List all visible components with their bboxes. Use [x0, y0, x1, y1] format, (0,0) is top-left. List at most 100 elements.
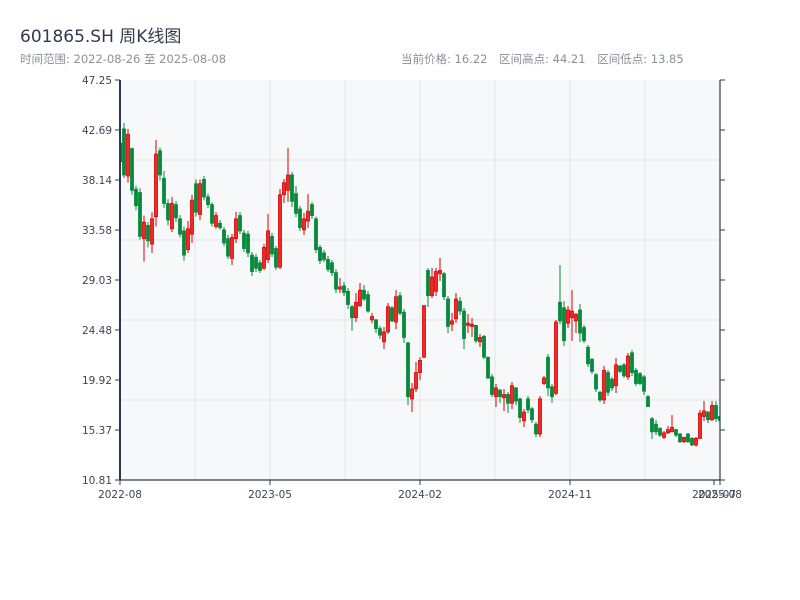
candle-body: [422, 305, 426, 358]
candle: [490, 373, 494, 398]
candle-body: [550, 386, 554, 398]
candle-body: [510, 385, 514, 404]
candle-body: [478, 337, 482, 343]
candle-body: [526, 398, 530, 411]
candle-body: [626, 355, 630, 378]
y-tick-label: 15.37: [82, 425, 112, 437]
candle: [634, 368, 638, 387]
y-tick-label: 42.69: [82, 125, 112, 137]
candle: [122, 123, 126, 179]
candle-body: [366, 294, 370, 312]
candle-body: [322, 252, 326, 260]
candle-body: [574, 313, 578, 322]
candle-body: [390, 307, 394, 322]
candle: [638, 371, 642, 386]
candle-body: [158, 150, 162, 176]
candle: [422, 305, 426, 359]
candle-body: [538, 398, 542, 435]
candle: [562, 300, 566, 346]
candle-body: [258, 262, 262, 271]
candle-body: [222, 229, 226, 244]
candle-body: [374, 319, 378, 330]
candle: [474, 324, 478, 344]
candle: [678, 433, 682, 444]
candle-body: [534, 423, 538, 435]
candle-body: [714, 405, 718, 420]
candle-body: [602, 369, 606, 401]
candle-body: [642, 376, 646, 392]
candle-body: [242, 232, 246, 249]
candle: [198, 179, 202, 220]
candle-body: [442, 273, 446, 298]
candle-body: [530, 408, 534, 421]
candle-body: [154, 153, 158, 218]
candle-body: [206, 196, 210, 205]
candlestick-chart: 47.25 42.69 38.14 33.58 29.03 24.48 19.92 15.37…: [82, 75, 742, 501]
candle-body: [590, 358, 594, 372]
y-tick-label: 24.48: [82, 325, 112, 337]
candle-body: [430, 276, 434, 297]
candle: [386, 303, 390, 335]
candle-body: [446, 298, 450, 327]
candle-body: [190, 199, 194, 235]
candle: [130, 147, 134, 195]
candle-body: [562, 307, 566, 342]
candle-body: [682, 436, 686, 443]
candle: [442, 271, 446, 300]
candle-body: [290, 174, 294, 202]
candle-body: [354, 301, 358, 319]
candle-body: [122, 128, 126, 176]
x-tick-label: 2025-08: [698, 489, 742, 501]
candle-body: [402, 311, 406, 338]
candle-body: [314, 218, 318, 250]
candle: [630, 350, 634, 377]
candle: [618, 364, 622, 373]
candle-body: [710, 405, 714, 421]
candle: [210, 202, 214, 227]
candle-body: [662, 432, 666, 438]
candle-body: [346, 290, 350, 305]
candle-body: [686, 433, 690, 443]
candle-body: [578, 309, 582, 334]
candle: [626, 352, 630, 380]
candle: [646, 395, 650, 408]
candle-body: [166, 203, 170, 221]
candle-body: [162, 177, 166, 204]
candle-body: [658, 428, 662, 436]
candle-body: [418, 360, 422, 373]
candle-body: [174, 204, 178, 219]
candle-body: [698, 412, 702, 439]
candle-body: [334, 272, 338, 290]
candle-body: [370, 316, 374, 321]
candle-body: [462, 310, 466, 339]
candle-body: [254, 256, 258, 269]
candle: [658, 426, 662, 437]
candle-body: [342, 285, 346, 293]
candle: [298, 206, 302, 232]
candle-body: [634, 369, 638, 384]
candle-body: [282, 182, 286, 196]
candle: [238, 212, 242, 235]
y-tick-label: 10.81: [82, 475, 112, 487]
candle-body: [234, 218, 238, 240]
candle-body: [310, 204, 314, 216]
candle: [590, 358, 594, 374]
candle-body: [178, 218, 182, 235]
candle-body: [246, 233, 250, 254]
candle-body: [438, 270, 442, 275]
candle-body: [294, 193, 298, 214]
candle-body: [358, 289, 362, 306]
candle-body: [570, 310, 574, 319]
candle: [182, 226, 186, 261]
candle-body: [678, 433, 682, 443]
candle-body: [594, 374, 598, 390]
candle: [694, 436, 698, 447]
candle-body: [286, 174, 290, 191]
candle-body: [670, 427, 674, 433]
y-tick-label: 47.25: [82, 75, 112, 87]
candle-body: [618, 365, 622, 372]
candle-body: [378, 328, 382, 336]
y-tick-label: 29.03: [82, 275, 112, 287]
candle: [594, 372, 598, 392]
candle-body: [694, 437, 698, 446]
